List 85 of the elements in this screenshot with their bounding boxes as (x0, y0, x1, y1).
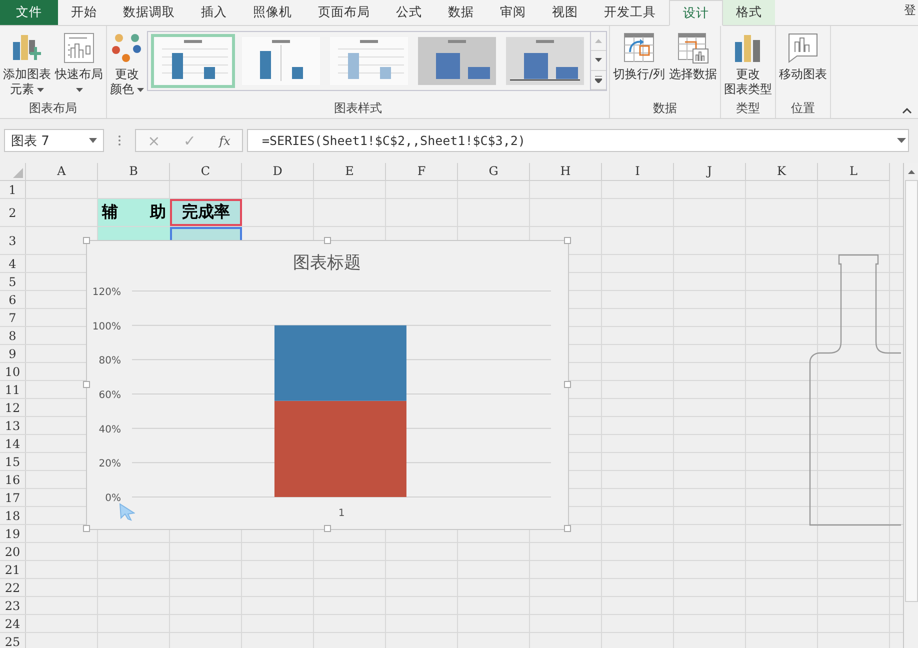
grip-icon (118, 135, 121, 146)
chart-style-thumbnail[interactable] (151, 34, 235, 88)
more-icon (595, 76, 602, 84)
chart-area[interactable]: 图表标题 0% 20% 40% 60% 80% 100% 120% 1 (86, 240, 569, 530)
resize-handle[interactable] (83, 381, 90, 388)
select-all-button[interactable] (0, 163, 26, 181)
expand-icon[interactable] (897, 138, 906, 143)
group-label: 图表布局 (28, 100, 78, 117)
ribbon-tab[interactable]: 开发工具 (591, 0, 669, 25)
ribbon-button[interactable]: 添加图表 元素 (2, 30, 52, 99)
ribbon-tab[interactable]: 视图 (539, 0, 591, 25)
resize-handle[interactable] (83, 525, 90, 532)
column-header[interactable]: I (602, 163, 674, 181)
palette-icon (111, 32, 143, 64)
chart-style-thumbnail[interactable] (327, 34, 411, 88)
ribbon-button[interactable]: 快速布局 (54, 30, 104, 94)
chart-title: 图表标题 (293, 253, 361, 273)
caret-icon[interactable] (89, 138, 97, 143)
insert-function-button[interactable]: fx (211, 130, 238, 151)
axis-tick-label: 100% (92, 321, 121, 332)
ribbon-tab[interactable]: 页面布局 (305, 0, 383, 25)
corner-triangle-icon (13, 168, 23, 178)
ribbon-tab[interactable]: 公式 (383, 0, 435, 25)
ribbon-button[interactable]: 切换行/列 (612, 30, 666, 84)
down-arrow-icon (595, 58, 602, 62)
name-box[interactable]: 图表 7 (4, 129, 104, 152)
group-label: 图表样式 (333, 100, 383, 117)
axis-tick-label: 0% (105, 493, 121, 504)
formula-field[interactable]: =SERIES(Sheet1!$C$2,,Sheet1!$C$3,2) (247, 129, 909, 152)
column-header[interactable]: L (818, 163, 890, 181)
axis-tick-label: 20% (98, 458, 121, 470)
select-data-icon (677, 32, 710, 64)
ribbon-button[interactable]: 更改 图表类型 (723, 30, 774, 99)
chart-style-thumbnail[interactable] (503, 34, 587, 88)
cursor-icon (119, 503, 135, 521)
switch-rows-icon (623, 32, 656, 64)
ribbon-tab[interactable]: 照像机 (240, 0, 305, 25)
group-label: 位置 (790, 100, 816, 117)
ribbon-tab[interactable]: 数据 (435, 0, 487, 25)
up-arrow-icon (595, 39, 602, 44)
column-header[interactable]: J (674, 163, 746, 181)
column-header[interactable]: F (386, 163, 458, 181)
column-header[interactable]: B (98, 163, 170, 181)
ribbon-tab[interactable]: 文件 (0, 0, 58, 25)
axis-tick-label: 120% (92, 287, 121, 298)
ribbon-button[interactable]: 选择数据 (668, 30, 718, 84)
column-header[interactable]: H (530, 163, 602, 181)
resize-handle[interactable] (564, 381, 571, 388)
group-label: 类型 (735, 100, 762, 117)
ribbon-tab[interactable]: 格式 (723, 0, 775, 25)
up-arrow-icon[interactable] (908, 170, 914, 174)
ribbon-button[interactable]: 更改 颜色 (109, 30, 145, 99)
ribbon-tab[interactable]: 数据调取 (110, 0, 188, 25)
column-header[interactable]: K (746, 163, 818, 181)
ribbon-tab[interactable]: 设计 (669, 0, 723, 26)
row-header[interactable]: 25 (0, 633, 26, 648)
chart-style-thumbnail[interactable] (415, 34, 499, 88)
axis-tick-label: 40% (98, 424, 121, 436)
category-label: 1 (338, 508, 345, 519)
axis-tick-label: 80% (98, 356, 121, 367)
resize-handle[interactable] (564, 525, 571, 532)
bottle-shape[interactable] (809, 254, 901, 526)
chart-style-thumbnail[interactable] (239, 34, 323, 88)
resize-handle[interactable] (324, 237, 330, 244)
sign-in-link[interactable]: 登 (904, 0, 918, 25)
column-header[interactable]: D (242, 163, 314, 181)
table-cell: 辅 助 (98, 199, 170, 226)
axis-tick-label: 60% (98, 390, 121, 401)
ribbon-button[interactable]: 移动图表 (778, 30, 828, 84)
ribbon-tab[interactable]: 开始 (58, 0, 110, 25)
collapse-ribbon-icon[interactable] (902, 108, 912, 114)
column-header[interactable]: A (26, 163, 98, 181)
ribbon-tab[interactable]: 审阅 (487, 0, 539, 25)
resize-handle[interactable] (324, 525, 330, 532)
column-header[interactable]: E (314, 163, 386, 181)
table-cell: 完成率 (170, 199, 242, 226)
group-label: 数据 (652, 100, 678, 117)
layout-icon (63, 32, 95, 64)
column-header[interactable]: G (458, 163, 530, 181)
ribbon-tab[interactable]: 插入 (188, 0, 240, 25)
move-chart-icon (787, 32, 820, 64)
resize-handle[interactable] (83, 237, 90, 244)
vertical-scrollbar[interactable] (903, 163, 918, 648)
resize-handle[interactable] (564, 237, 571, 244)
column-header[interactable]: C (170, 163, 242, 181)
